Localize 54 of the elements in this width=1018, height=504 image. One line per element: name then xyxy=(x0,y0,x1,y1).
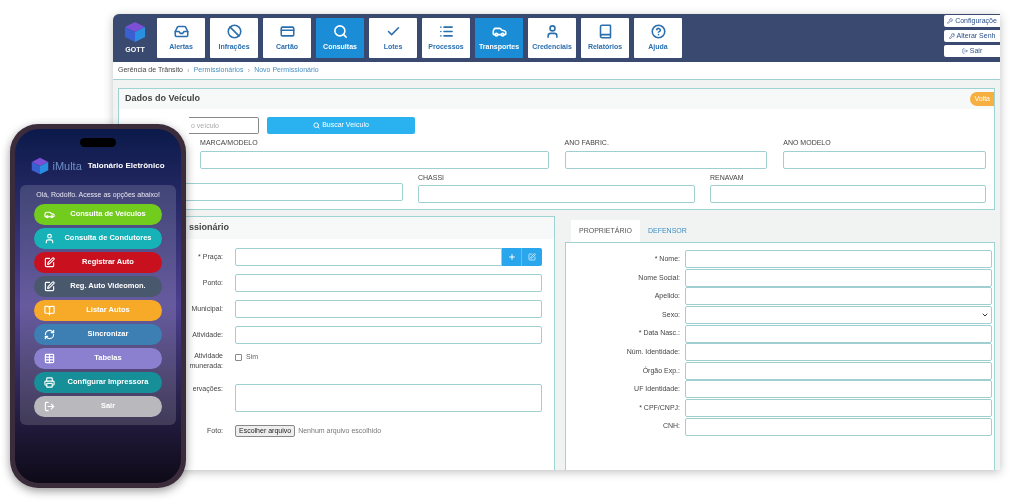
logout-icon xyxy=(961,48,968,54)
select-field[interactable] xyxy=(685,306,992,325)
add-button[interactable] xyxy=(502,248,522,266)
user-icon xyxy=(44,232,55,244)
input-field[interactable] xyxy=(235,274,542,292)
search-icon xyxy=(313,122,321,129)
textarea-field[interactable] xyxy=(235,384,542,412)
input-field[interactable] xyxy=(685,361,992,380)
input-field[interactable] xyxy=(783,150,986,169)
edit-icon xyxy=(44,280,55,292)
phone-notch xyxy=(80,138,116,147)
logout-icon xyxy=(44,400,55,412)
input-field[interactable] xyxy=(418,185,695,203)
input-field[interactable] xyxy=(685,399,992,418)
input-field[interactable] xyxy=(685,287,992,306)
breadcrumb-separator: › xyxy=(247,64,251,77)
table-icon xyxy=(44,352,55,364)
card-icon xyxy=(279,23,295,39)
list-icon xyxy=(438,23,454,39)
input-field[interactable] xyxy=(685,250,992,269)
cube-logo-icon xyxy=(31,157,50,175)
panel-title: Dados do Veículo xyxy=(125,92,200,106)
panel-title: ssionário xyxy=(189,221,229,235)
app-subtitle: Talonário Eletrônico xyxy=(87,160,165,172)
breadcrumb-separator: › xyxy=(187,64,190,77)
checkbox[interactable] xyxy=(235,353,242,361)
user-icon xyxy=(544,23,560,39)
printer-icon xyxy=(44,376,55,388)
input-field[interactable] xyxy=(710,185,986,203)
search-icon xyxy=(332,23,348,39)
edit-icon xyxy=(528,253,536,261)
plus-icon xyxy=(507,253,516,261)
edit-icon xyxy=(44,256,55,268)
input-field[interactable] xyxy=(235,300,542,318)
key-icon xyxy=(948,33,955,39)
help-icon xyxy=(650,23,666,39)
book-icon xyxy=(597,23,613,39)
edit-button[interactable] xyxy=(522,248,542,266)
input-field[interactable] xyxy=(200,150,549,169)
book-icon xyxy=(44,304,55,316)
input-field[interactable] xyxy=(564,150,768,169)
sync-icon xyxy=(44,328,55,340)
cube-logo-icon xyxy=(124,20,146,43)
input-field[interactable] xyxy=(685,268,992,287)
wrench-icon xyxy=(947,18,954,24)
ban-icon xyxy=(226,23,242,39)
input-field[interactable] xyxy=(235,248,502,266)
input-field[interactable] xyxy=(685,343,992,362)
input-field[interactable] xyxy=(685,417,992,436)
input-field[interactable] xyxy=(685,324,992,343)
brand-name: iMulta xyxy=(52,158,82,174)
input-field[interactable] xyxy=(235,326,542,344)
inbox-icon xyxy=(173,23,189,39)
input-field[interactable] xyxy=(685,380,992,399)
